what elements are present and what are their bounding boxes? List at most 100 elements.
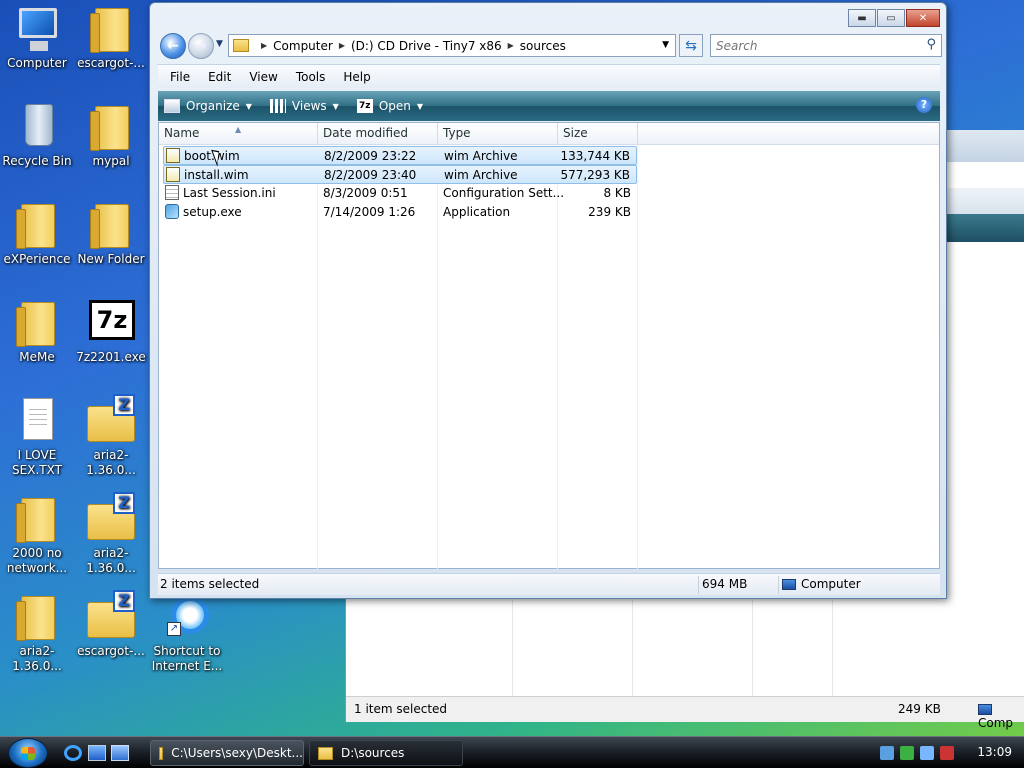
search-box[interactable]: ⚲ [710, 34, 942, 57]
taskbar-item-label: D:\sources [341, 746, 405, 760]
column-header-name[interactable]: Name ▲ [159, 123, 318, 145]
desktop-icon-label: 7z2201.exe [76, 350, 146, 364]
menu-view[interactable]: View [247, 70, 279, 84]
desktop-icon-label: I LOVE SEX.TXT [12, 448, 62, 477]
desktop-icon-label: aria2-1.36.0... [86, 546, 136, 575]
folder-icon [13, 298, 61, 348]
desktop-icon-experience[interactable]: eXPerience [0, 200, 74, 267]
refresh-button[interactable]: ⇆ [679, 34, 703, 57]
file-type: wim Archive [444, 168, 518, 182]
desktop-icon-label: eXPerience [3, 252, 71, 266]
wim-archive-icon [166, 167, 180, 182]
desktop-icon-recycle-bin[interactable]: Recycle Bin [0, 102, 74, 169]
breadcrumb-computer[interactable]: Computer [273, 39, 333, 53]
menu-help[interactable]: Help [341, 70, 372, 84]
file-size: 239 KB [588, 205, 631, 219]
views-icon [269, 99, 286, 113]
desktop-icon-aria2-2[interactable]: Z aria2-1.36.0... [74, 492, 148, 576]
help-icon[interactable]: ? [916, 97, 932, 113]
forward-button[interactable]: → [188, 33, 214, 59]
menu-tools[interactable]: Tools [294, 70, 328, 84]
taskbar-item-sources[interactable]: D:\sources [309, 740, 463, 766]
breadcrumb-cd-drive[interactable]: (D:) CD Drive - Tiny7 x86 [351, 39, 502, 53]
desktop-icon-aria2-3[interactable]: aria2-1.36.0... [0, 592, 74, 674]
file-size: 133,744 KB [560, 149, 630, 163]
desktop-icon-label: Computer [7, 56, 67, 70]
maximize-button[interactable]: ▭ [877, 9, 905, 27]
breadcrumb-chevron-icon[interactable]: ▶ [339, 41, 345, 50]
desktop-icon-meme[interactable]: MeMe [0, 298, 74, 365]
tray-volume-muted-icon[interactable] [940, 746, 954, 760]
file-row-install-wim[interactable]: install.wim 8/2/2009 23:40 wim Archive 5… [163, 165, 637, 184]
desktop-icon-label: escargot-... [77, 644, 145, 658]
breadcrumb-chevron-icon[interactable]: ▶ [508, 41, 514, 50]
taskbar-item-users-desktop[interactable]: C:\Users\sexy\Deskt... [150, 740, 304, 766]
computer-icon [782, 579, 796, 590]
back-button[interactable]: ← [160, 33, 186, 59]
desktop-icon-aria2-1[interactable]: Z aria2-1.36.0... [74, 394, 148, 478]
file-date: 8/3/2009 0:51 [323, 186, 408, 200]
desktop-icon-computer[interactable]: Computer [0, 4, 74, 71]
file-type: wim Archive [444, 149, 518, 163]
recycle-bin-icon [13, 102, 61, 152]
desktop-icon-label: Recycle Bin [2, 154, 72, 168]
organize-button[interactable]: Organize ▼ [164, 99, 252, 113]
quick-launch-ie-icon[interactable] [64, 745, 82, 761]
menu-file[interactable]: File [168, 70, 192, 84]
breadcrumb-chevron-icon[interactable]: ▶ [261, 41, 267, 50]
folder-icon [13, 592, 61, 642]
recent-pages-dropdown-icon[interactable]: ▼ [216, 39, 223, 49]
desktop-icon-escargot-zip[interactable]: Z escargot-... [74, 590, 148, 659]
search-input[interactable] [711, 35, 911, 56]
address-bar[interactable]: ▶ Computer ▶ (D:) CD Drive - Tiny7 x86 ▶… [228, 34, 676, 57]
folder-icon [233, 39, 249, 52]
column-header-size[interactable]: Size [558, 123, 638, 145]
organize-icon [164, 99, 180, 113]
window-caption-buttons: ▬ ▭ ✕ [848, 9, 940, 27]
column-header-date-modified[interactable]: Date modified [318, 123, 438, 145]
breadcrumb-sources[interactable]: sources [520, 39, 566, 53]
desktop-icon-ie-shortcut[interactable]: ↗ Shortcut to Internet E... [150, 592, 224, 674]
explorer-window[interactable]: ▬ ▭ ✕ ← → ▼ ▶ Computer ▶ (D:) CD Drive -… [149, 2, 947, 599]
back-arrow-icon: ← [167, 38, 179, 54]
folder-icon [87, 200, 135, 250]
desktop-icon-label: escargot-... [77, 56, 145, 70]
desktop-icon-text-file[interactable]: I LOVE SEX.TXT [0, 396, 74, 478]
close-button[interactable]: ✕ [906, 9, 940, 27]
status-bar: 2 items selected 694 MB Computer [158, 573, 940, 595]
desktop-icon-escargot-folder[interactable]: escargot-... [74, 4, 148, 71]
file-list[interactable]: Name ▲ Date modified Type Size boot.wim … [158, 122, 940, 569]
column-headers: Name ▲ Date modified Type Size [159, 123, 939, 145]
tray-network-icon[interactable] [900, 746, 914, 760]
desktop-icon-mypal[interactable]: mypal [74, 102, 148, 169]
zip-folder-icon: Z [87, 394, 135, 446]
file-row-last-session-ini[interactable]: Last Session.ini 8/3/2009 0:51 Configura… [163, 184, 637, 203]
zip-folder-icon: Z [87, 590, 135, 642]
background-window-columns [346, 600, 1024, 696]
file-row-setup-exe[interactable]: setup.exe 7/14/2009 1:26 Application 239… [163, 203, 637, 222]
tray-monitor-icon[interactable] [920, 746, 934, 760]
menu-edit[interactable]: Edit [206, 70, 233, 84]
desktop-icon-label: aria2-1.36.0... [12, 644, 62, 673]
clock[interactable]: 13:09 [977, 745, 1012, 759]
minimize-button[interactable]: ▬ [848, 9, 876, 27]
column-header-type[interactable]: Type [438, 123, 558, 145]
dropdown-arrow-icon: ▼ [245, 101, 252, 111]
desktop-icon-7z2201[interactable]: 7z 7z2201.exe [74, 298, 148, 365]
7zip-icon: 7z [356, 99, 373, 113]
tray-tools-icon[interactable] [880, 746, 894, 760]
start-button[interactable] [8, 738, 48, 768]
desktop-icon-new-folder[interactable]: New Folder [74, 200, 148, 267]
open-button[interactable]: 7z Open ▼ [356, 99, 423, 113]
folder-icon [87, 102, 135, 152]
search-icon[interactable]: ⚲ [926, 37, 936, 52]
views-button[interactable]: Views ▼ [269, 99, 339, 113]
desktop-icon-2000-no-network[interactable]: 2000 no network... [0, 494, 74, 576]
dropdown-arrow-icon: ▼ [332, 101, 339, 111]
address-dropdown-icon[interactable]: ▼ [662, 40, 669, 50]
close-icon: ✕ [918, 12, 928, 24]
file-row-boot-wim[interactable]: boot.wim 8/2/2009 23:22 wim Archive 133,… [163, 146, 637, 165]
show-desktop-icon[interactable] [88, 745, 106, 761]
switch-windows-icon[interactable] [111, 745, 129, 761]
command-toolbar: Organize ▼ Views ▼ 7z Open ▼ ? [158, 91, 940, 121]
